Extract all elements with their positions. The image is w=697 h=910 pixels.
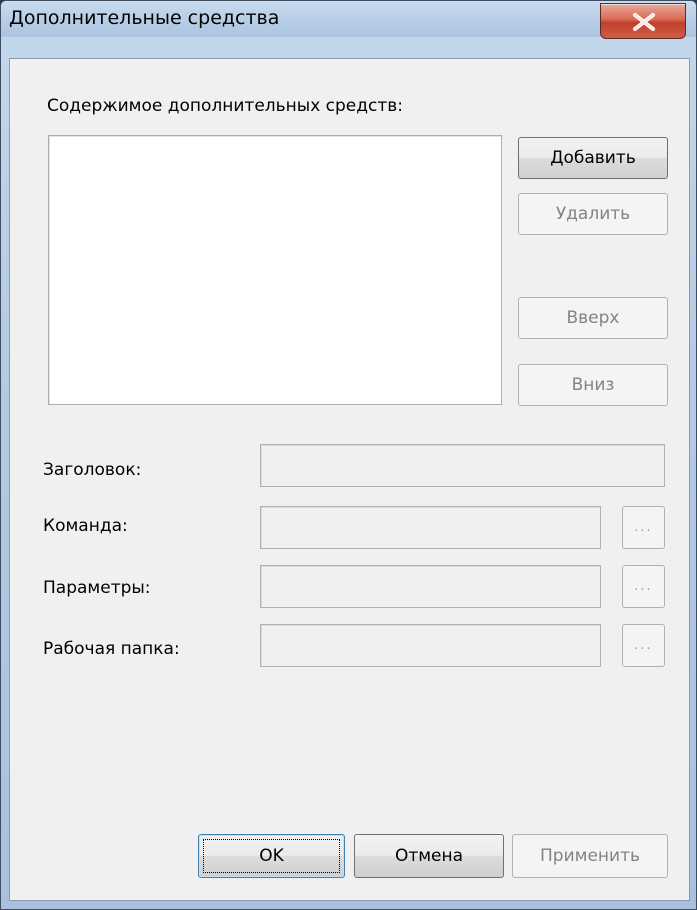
focus-rectangle bbox=[203, 839, 340, 873]
close-button[interactable] bbox=[600, 3, 686, 39]
ok-button[interactable]: OK bbox=[198, 834, 345, 878]
add-button[interactable]: Добавить bbox=[518, 137, 668, 179]
title-field[interactable] bbox=[260, 444, 665, 487]
command-browse-button[interactable]: ... bbox=[622, 506, 665, 549]
title-field-label: Заголовок: bbox=[43, 460, 142, 480]
move-down-button[interactable]: Вниз bbox=[518, 364, 668, 406]
command-field[interactable] bbox=[260, 506, 601, 549]
dialog-client-area: Содержимое дополнительных средств: Добав… bbox=[9, 58, 690, 901]
workdir-field-label: Рабочая папка: bbox=[43, 639, 180, 659]
parameters-field-label: Параметры: bbox=[43, 578, 151, 598]
cancel-button[interactable]: Отмена bbox=[354, 834, 504, 878]
remove-button[interactable]: Удалить bbox=[518, 193, 668, 235]
apply-button[interactable]: Применить bbox=[512, 834, 668, 878]
title-bar[interactable]: Дополнительные средства bbox=[1, 1, 696, 39]
dialog-window: Дополнительные средства Содержимое допол… bbox=[0, 0, 697, 910]
list-label: Содержимое дополнительных средств: bbox=[47, 96, 404, 116]
parameters-field[interactable] bbox=[260, 565, 601, 608]
parameters-browse-button[interactable]: ... bbox=[622, 565, 665, 608]
tools-listbox[interactable] bbox=[48, 135, 502, 405]
window-title: Дополнительные средства bbox=[9, 7, 280, 29]
command-field-label: Команда: bbox=[43, 516, 128, 536]
workdir-browse-button[interactable]: ... bbox=[622, 624, 665, 667]
close-icon bbox=[633, 13, 655, 31]
workdir-field[interactable] bbox=[260, 624, 601, 667]
move-up-button[interactable]: Вверх bbox=[518, 297, 668, 339]
